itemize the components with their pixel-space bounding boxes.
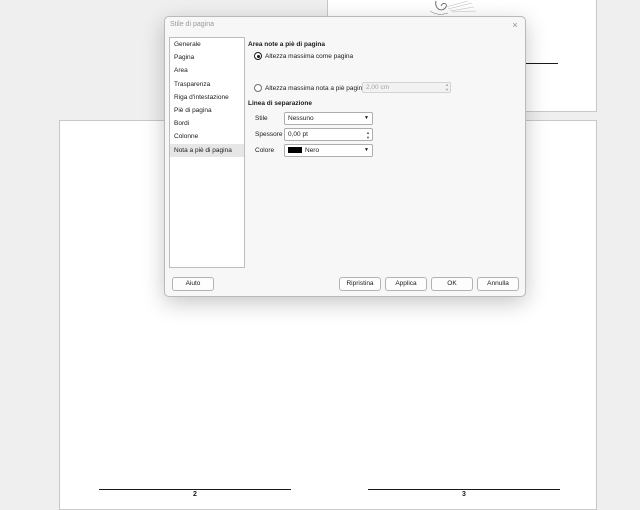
footnote-area-heading: Area note a piè di pagina: [248, 41, 325, 48]
footer-separator-line: [99, 489, 291, 490]
reset-button[interactable]: Ripristina: [339, 277, 381, 291]
max-height-stepper: 2,00 cm ▲ ▼: [362, 82, 451, 93]
sidebar-item-colonne[interactable]: Colonne: [170, 130, 244, 143]
style-dropdown-value: Nessuno: [288, 115, 314, 122]
spin-arrows-icon[interactable]: ▲ ▼: [366, 130, 370, 140]
radio-page-height-label: Altezza massima come pagina: [265, 52, 354, 60]
page-number: 3: [462, 491, 466, 498]
color-dropdown-value: Nero: [305, 147, 320, 154]
sidebar-item-pagina[interactable]: Pagina: [170, 51, 244, 64]
ok-button[interactable]: OK: [431, 277, 473, 291]
page-number: 2: [193, 491, 197, 498]
thickness-label: Spessore: [255, 131, 283, 138]
radio-max-height[interactable]: Altezza massima nota a piè pagina: [254, 83, 366, 93]
sidebar-item-pie-di-pagina[interactable]: Piè di pagina: [170, 104, 244, 117]
dialog-title: Stile di pagina: [170, 21, 214, 28]
sidebar-item-bordi[interactable]: Bordi: [170, 117, 244, 130]
radio-button-checked[interactable]: [254, 52, 262, 60]
apply-button[interactable]: Applica: [385, 277, 427, 291]
dialog-titlebar[interactable]: Stile di pagina ×: [165, 17, 525, 35]
page-style-dialog: Stile di pagina × Generale Pagina Area T…: [164, 16, 526, 297]
style-dropdown[interactable]: Nessuno ▼: [284, 112, 373, 125]
spin-arrows-icon: ▲ ▼: [445, 82, 449, 92]
footer-separator-line: [368, 489, 560, 490]
sidebar-item-trasparenza[interactable]: Trasparenza: [170, 78, 244, 91]
color-swatch: [288, 146, 302, 153]
close-icon[interactable]: ×: [509, 19, 521, 31]
separator-line-heading: Linea di separazione: [248, 100, 312, 107]
sidebar-item-riga-intestazione[interactable]: Riga d'intestazione: [170, 91, 244, 104]
radio-page-height[interactable]: Altezza massima come pagina: [254, 51, 353, 61]
sidebar-item-nota-pie-di-pagina[interactable]: Nota a piè di pagina: [170, 143, 244, 157]
cancel-button[interactable]: Annulla: [477, 277, 519, 291]
chevron-down-icon: ▼: [364, 147, 369, 153]
radio-button[interactable]: [254, 84, 262, 92]
max-height-value: 2,00 cm: [366, 84, 390, 91]
sidebar-item-generale[interactable]: Generale: [170, 38, 244, 51]
color-label: Colore: [255, 147, 275, 154]
thickness-stepper[interactable]: 0,00 pt ▲ ▼: [284, 128, 373, 141]
help-button[interactable]: Aiuto: [172, 277, 214, 291]
radio-max-height-label: Altezza massima nota a piè pagina: [265, 84, 366, 92]
style-label: Stile: [255, 115, 268, 122]
chevron-down-icon: ▼: [364, 115, 369, 121]
footnote-settings-panel: Area note a piè di pagina Altezza massim…: [248, 37, 524, 267]
color-dropdown[interactable]: Nero ▼: [284, 144, 373, 157]
thickness-value: 0,00 pt: [288, 131, 308, 138]
category-list: Generale Pagina Area Trasparenza Riga d'…: [169, 37, 245, 268]
sidebar-item-area[interactable]: Area: [170, 64, 244, 77]
